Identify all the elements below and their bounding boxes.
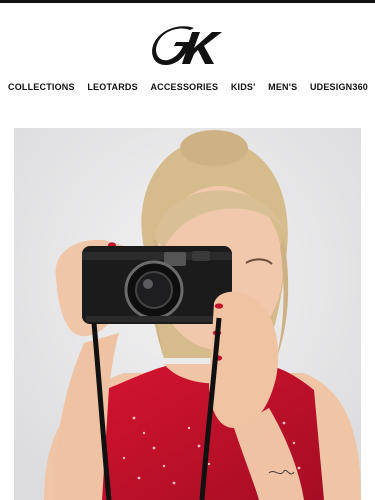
hero-image[interactable]	[14, 128, 361, 500]
hero-photo-girl-with-camera	[14, 128, 361, 500]
top-border	[0, 0, 375, 3]
nav-leotards[interactable]: LEOTARDS	[87, 82, 137, 92]
gk-logo-mark	[152, 26, 222, 66]
gk-logo[interactable]	[150, 24, 226, 70]
nav-accessories[interactable]: ACCESSORIES	[150, 82, 218, 92]
camera	[82, 246, 232, 324]
nav-udesign360[interactable]: UDESIGN360	[310, 82, 368, 92]
nav-collections[interactable]: COLLECTIONS	[8, 82, 75, 92]
main-nav: COLLECTIONS LEOTARDS ACCESSORIES KIDS' M…	[0, 80, 375, 94]
nav-mens[interactable]: MEN'S	[268, 82, 297, 92]
nav-kids[interactable]: KIDS'	[231, 82, 256, 92]
